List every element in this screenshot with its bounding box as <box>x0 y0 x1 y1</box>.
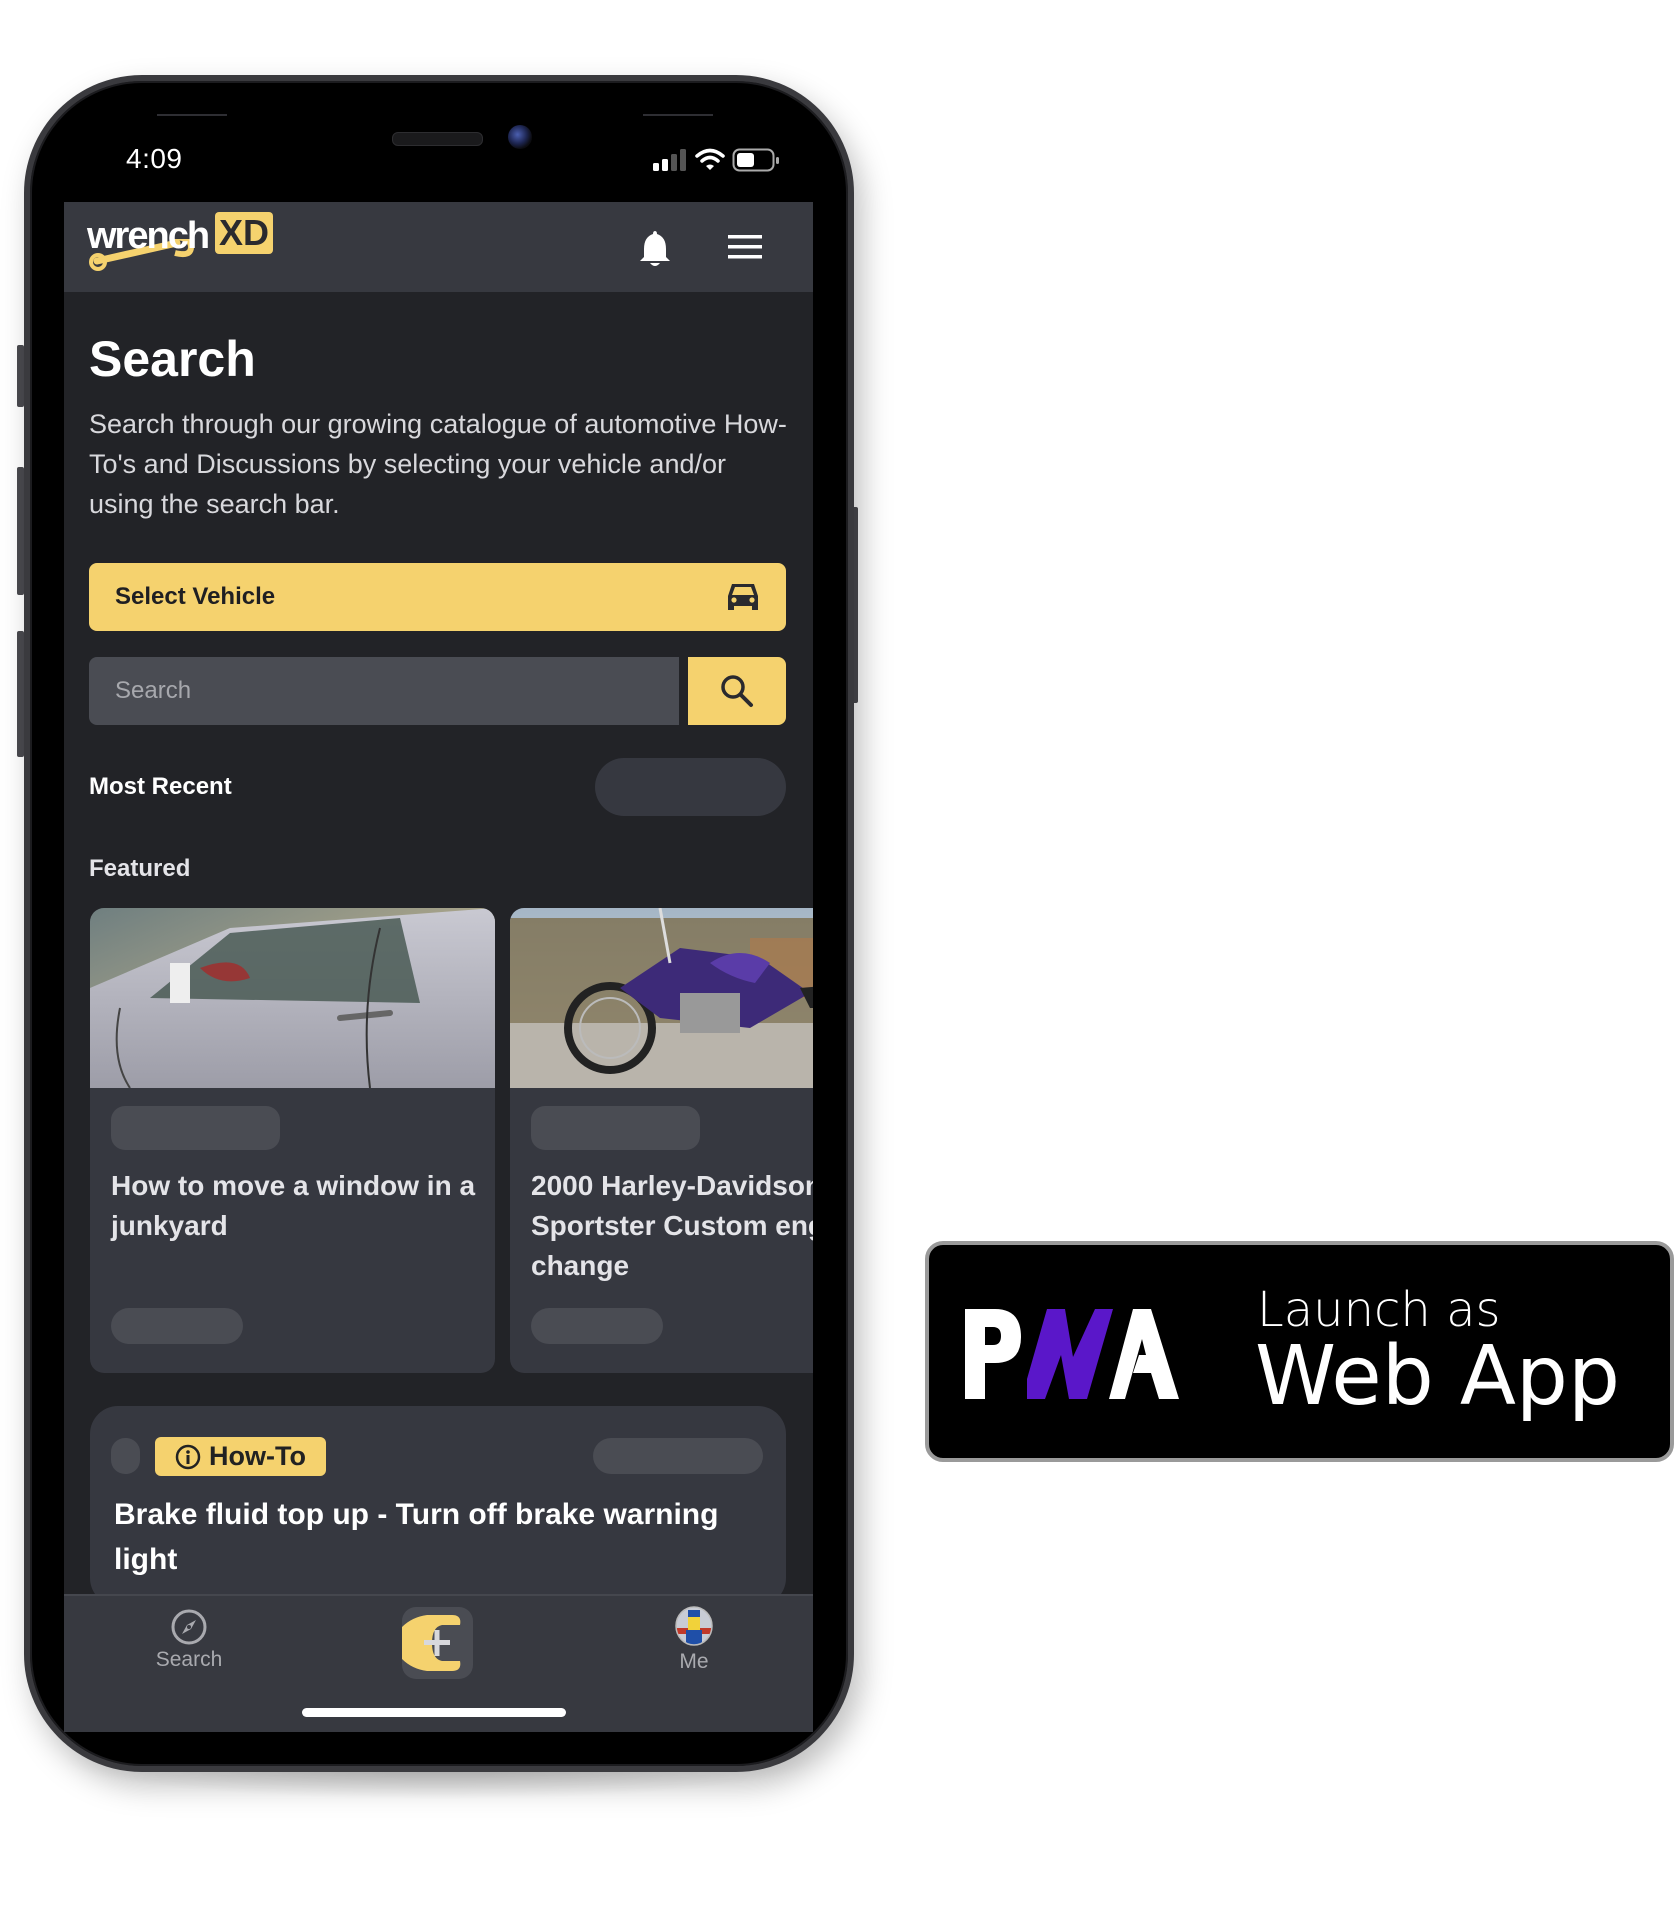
nav-item-create[interactable] <box>402 1607 473 1679</box>
info-icon <box>175 1444 201 1469</box>
phone-volume-down <box>17 631 24 757</box>
battery-level <box>737 153 754 167</box>
front-camera <box>508 125 532 149</box>
page-description: Search through our growing catalogue of … <box>89 409 787 519</box>
select-vehicle-label: Select Vehicle <box>115 583 276 610</box>
card-meta-placeholder <box>531 1308 663 1344</box>
card-tag-placeholder <box>111 1106 280 1150</box>
signal-icon <box>653 149 686 171</box>
antenna-line-left <box>157 114 227 116</box>
feed-item-avatar-placeholder <box>111 1438 140 1474</box>
app-header: wrench XD <box>64 202 813 292</box>
select-vehicle-button[interactable]: Select Vehicle <box>89 563 786 631</box>
wifi-icon <box>695 148 725 170</box>
compass-icon <box>171 1609 207 1645</box>
featured-carousel[interactable]: How to move a window in a junkyard 2000 … <box>64 908 813 1378</box>
page-title: Search <box>89 331 256 387</box>
signal-bar-3 <box>671 154 677 171</box>
home-indicator[interactable] <box>302 1708 566 1717</box>
card-image-car-door <box>90 908 495 1088</box>
howto-badge: How-To <box>155 1437 326 1476</box>
card-meta-placeholder <box>111 1308 243 1344</box>
signal-bar-2 <box>662 159 668 171</box>
phone-volume-up <box>17 467 24 595</box>
feed-item-title[interactable]: Brake fluid top up - Turn off brake warn… <box>114 1492 774 1582</box>
car-icon <box>728 584 758 610</box>
pwa-line2: Web App <box>1255 1329 1621 1424</box>
nav-item-search-label: Search <box>155 1648 223 1671</box>
card-image-motorcycle <box>510 908 813 1088</box>
most-recent-filter-placeholder[interactable] <box>595 758 786 816</box>
phone-silent-switch <box>17 345 24 407</box>
launch-pwa-button[interactable]: Launch as Web App <box>925 1241 1674 1462</box>
pwa-logo-icon <box>965 1309 1179 1399</box>
featured-heading: Featured <box>89 855 191 882</box>
status-time: 4:09 <box>126 143 183 174</box>
card-title: 2000 Harley-Davidson Sportster Custom en… <box>531 1170 813 1281</box>
antenna-line-right <box>643 114 713 116</box>
wrenchxd-logo[interactable]: wrench XD <box>87 212 277 271</box>
hamburger-menu-icon[interactable] <box>728 234 762 260</box>
battery-icon <box>732 148 779 172</box>
wrench-add-icon <box>402 1615 461 1671</box>
card-title: How to move a window in a junkyard <box>111 1170 476 1241</box>
featured-card[interactable]: How to move a window in a junkyard <box>90 908 495 1373</box>
card-tag-placeholder <box>531 1106 700 1150</box>
nav-item-search[interactable]: Search <box>139 1608 239 1688</box>
earpiece-speaker <box>392 132 483 146</box>
feed-item-date-placeholder <box>593 1438 763 1474</box>
avatar <box>675 1606 713 1646</box>
nav-item-me[interactable]: Me <box>644 1606 744 1690</box>
signal-bar-4 <box>680 149 686 171</box>
nav-item-me-label: Me <box>679 1650 709 1673</box>
search-input[interactable] <box>89 657 679 725</box>
logo-badge: XD <box>215 212 274 254</box>
magnifier-icon <box>721 675 753 707</box>
bell-icon[interactable] <box>638 229 672 269</box>
most-recent-heading: Most Recent <box>89 773 232 800</box>
featured-card[interactable]: 2000 Harley-Davidson Sportster Custom en… <box>510 908 813 1373</box>
logo-wordmark: wrench <box>87 215 210 257</box>
howto-badge-label: How-To <box>209 1441 306 1471</box>
search-button[interactable] <box>688 657 786 725</box>
signal-bar-1 <box>653 163 659 171</box>
